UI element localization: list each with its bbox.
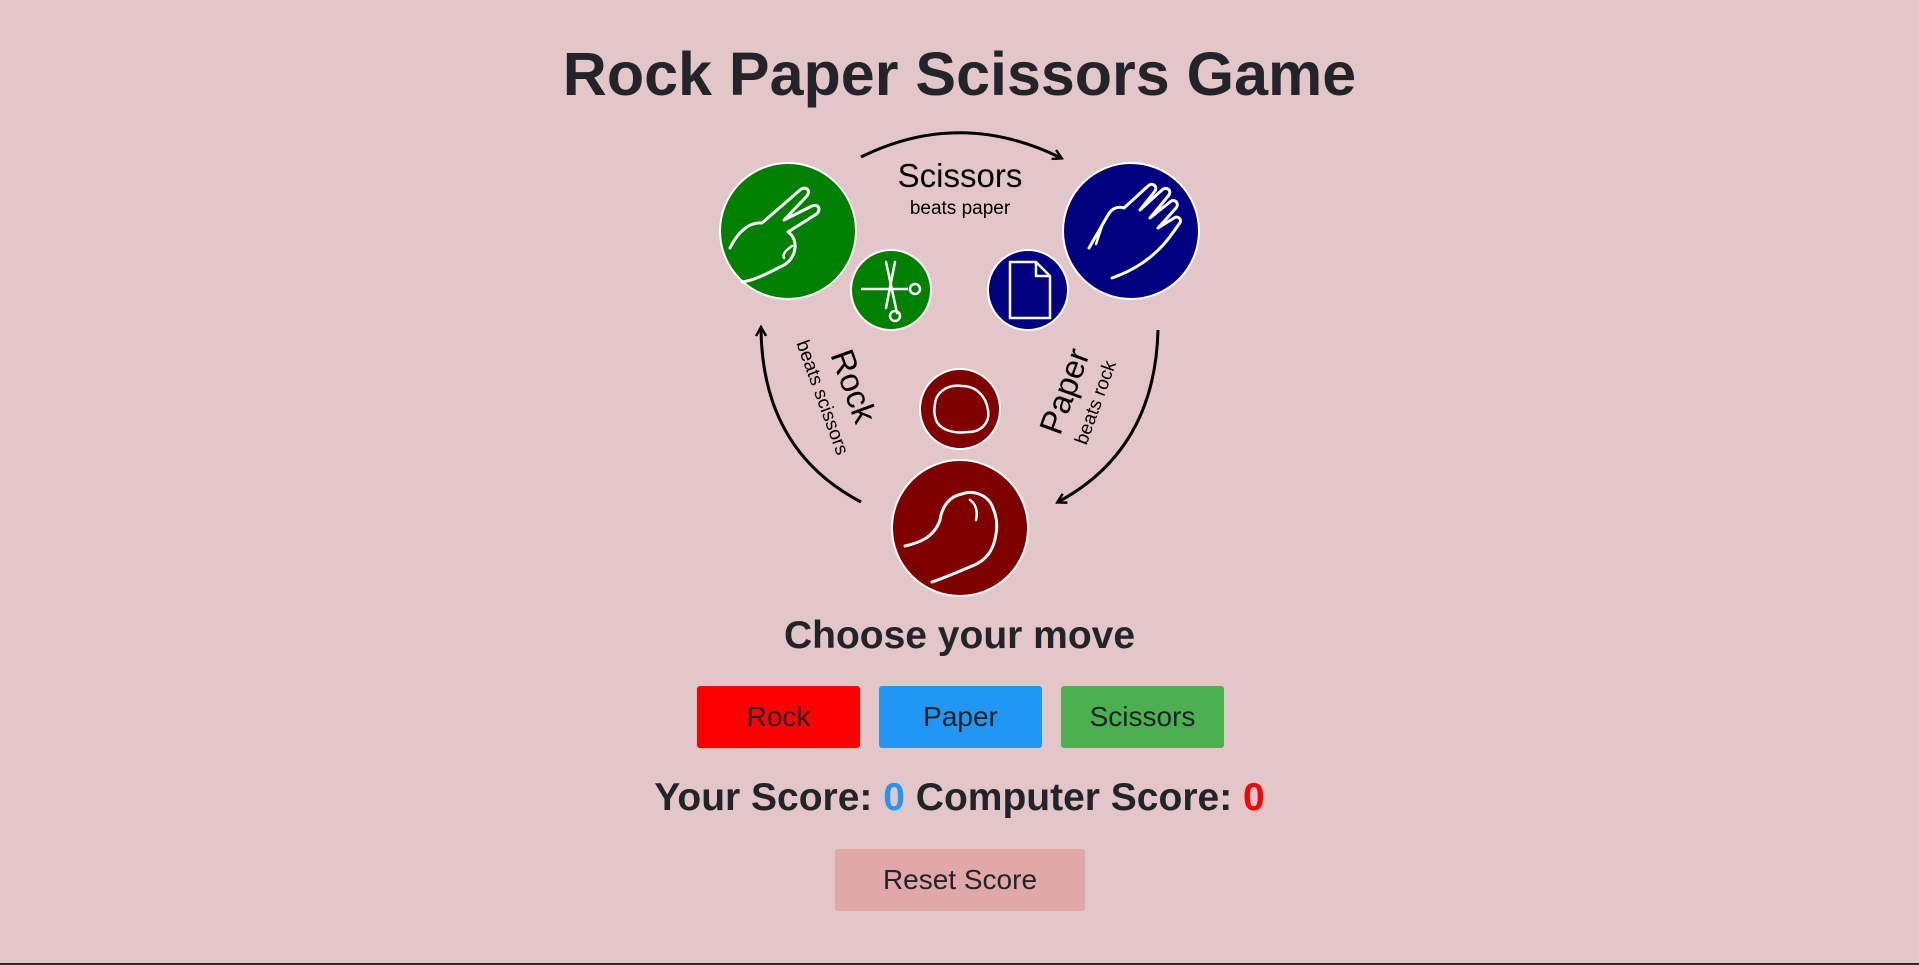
paper-button[interactable]: Paper (879, 686, 1042, 748)
scissors-icon (850, 249, 932, 331)
game-app: Rock Paper Scissors Game Scissors beats … (0, 0, 1919, 965)
computer-score-label: Computer Score: (915, 776, 1233, 819)
paper-hand-icon (1062, 162, 1200, 300)
choose-move-heading: Choose your move (783, 614, 1136, 657)
scissors-button[interactable]: Scissors (1061, 686, 1224, 748)
scissors-hand-icon (719, 162, 857, 300)
your-score-label: Your Score: (654, 776, 873, 819)
reset-score-button[interactable]: Reset Score (835, 849, 1085, 911)
scissors-rule-label: Scissors (898, 157, 1023, 194)
arrow-scissors-to-paper (860, 131, 1061, 158)
rock-icon (919, 368, 1001, 450)
document-icon (987, 249, 1069, 331)
your-score-value: 0 (883, 776, 905, 819)
scissors-rule-sub: beats paper (910, 198, 1011, 219)
rock-hand-icon (891, 459, 1029, 597)
score-display: Your Score: 0 Computer Score: 0 (0, 774, 1919, 822)
computer-score-value: 0 (1243, 776, 1265, 819)
rock-button[interactable]: Rock (697, 686, 860, 748)
rules-diagram: Scissors beats paper Paper beats rock Ro… (719, 131, 1200, 597)
